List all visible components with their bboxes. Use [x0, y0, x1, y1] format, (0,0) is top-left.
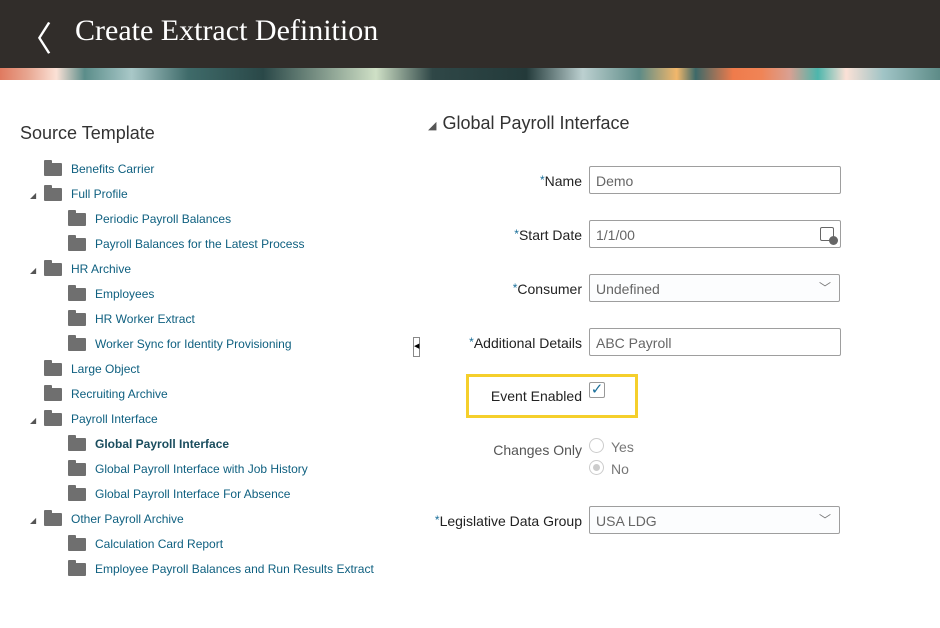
expand-triangle-icon[interactable]: ◢	[30, 266, 36, 275]
folder-icon	[68, 438, 86, 451]
back-chevron-icon[interactable]: 〈	[18, 12, 52, 61]
tree-item-label: Global Payroll Interface For Absence	[95, 487, 290, 501]
folder-icon	[44, 363, 62, 376]
decorative-banner	[0, 68, 940, 80]
tree-item[interactable]: Benefits Carrier	[44, 159, 154, 179]
folder-icon	[68, 288, 86, 301]
chevron-down-icon: ﹀	[819, 511, 831, 528]
additional-details-input[interactable]: ABC Payroll	[589, 328, 841, 356]
tree-item[interactable]: Periodic Payroll Balances	[68, 209, 231, 229]
folder-icon	[68, 238, 86, 251]
tree-item-label: Periodic Payroll Balances	[95, 212, 231, 226]
folder-icon	[44, 163, 62, 176]
expand-triangle-icon[interactable]: ◢	[30, 416, 36, 425]
expand-triangle-icon[interactable]: ◢	[30, 516, 36, 525]
folder-icon	[44, 413, 62, 426]
tree-item-label: Calculation Card Report	[95, 537, 223, 551]
yes-label: Yes	[611, 439, 634, 455]
calendar-icon[interactable]	[820, 227, 834, 241]
tree-item[interactable]: Payroll Balances for the Latest Process	[68, 234, 304, 254]
folder-icon	[44, 388, 62, 401]
tree-item-label: Global Payroll Interface	[95, 437, 229, 451]
collapse-triangle-icon: ◢	[428, 120, 436, 132]
folder-icon	[68, 313, 86, 326]
folder-icon	[68, 338, 86, 351]
consumer-select[interactable]: Undefined﹀	[589, 274, 840, 302]
folder-icon	[44, 188, 62, 201]
folder-icon	[68, 488, 86, 501]
tree-item-label: Other Payroll Archive	[71, 512, 184, 526]
tree-item[interactable]: Global Payroll Interface For Absence	[68, 484, 290, 504]
folder-icon	[68, 563, 86, 576]
tree-item-label: Payroll Balances for the Latest Process	[95, 237, 304, 251]
name-input[interactable]: Demo	[589, 166, 841, 194]
changes-only-label: Changes Only	[493, 442, 582, 458]
tree-item[interactable]: Global Payroll Interface with Job Histor…	[68, 459, 308, 479]
tree-item-label: HR Worker Extract	[95, 312, 195, 326]
tree-item[interactable]: Global Payroll Interface	[68, 434, 229, 454]
page-header: 〈 Create Extract Definition	[0, 0, 940, 68]
chevron-down-icon: ﹀	[819, 279, 831, 296]
tree-item-label: Recruiting Archive	[71, 387, 168, 401]
start-date-input[interactable]: 1/1/00	[589, 220, 841, 248]
consumer-label: *Consumer	[513, 281, 582, 297]
ldg-label: *Legislative Data Group	[435, 513, 582, 529]
ldg-select[interactable]: USA LDG﹀	[589, 506, 840, 534]
tree-item[interactable]: Payroll Interface	[44, 409, 158, 429]
tree-item-label: HR Archive	[71, 262, 131, 276]
expand-triangle-icon[interactable]: ◢	[30, 191, 36, 200]
changes-only-yes-radio[interactable]	[589, 438, 604, 453]
folder-icon	[68, 538, 86, 551]
tree-item[interactable]: Large Object	[44, 359, 140, 379]
additional-details-label: *Additional Details	[469, 335, 582, 351]
section-title: Global Payroll Interface	[442, 113, 629, 133]
tree-item[interactable]: Employee Payroll Balances and Run Result…	[68, 559, 374, 579]
event-enabled-label: Event Enabled	[491, 388, 582, 404]
event-enabled-checkbox[interactable]: ✓	[589, 382, 605, 398]
folder-icon	[44, 263, 62, 276]
folder-icon	[68, 213, 86, 226]
tree-item-label: Payroll Interface	[71, 412, 158, 426]
no-label: No	[611, 461, 629, 477]
tree-item-label: Large Object	[71, 362, 140, 376]
tree-item[interactable]: Full Profile	[44, 184, 128, 204]
tree-item-label: Global Payroll Interface with Job Histor…	[95, 462, 308, 476]
tree-item-label: Employees	[95, 287, 154, 301]
folder-icon	[68, 463, 86, 476]
tree-item[interactable]: Calculation Card Report	[68, 534, 223, 554]
page-title: Create Extract Definition	[75, 14, 378, 48]
section-header[interactable]: ◢ Global Payroll Interface	[428, 113, 630, 134]
tree-item[interactable]: HR Archive	[44, 259, 131, 279]
tree-item-label: Benefits Carrier	[71, 162, 154, 176]
folder-icon	[44, 513, 62, 526]
tree-item-label: Full Profile	[71, 187, 128, 201]
changes-only-no-radio[interactable]	[589, 460, 604, 475]
tree-item[interactable]: Employees	[68, 284, 154, 304]
tree-item-label: Worker Sync for Identity Provisioning	[95, 337, 292, 351]
name-label: *Name	[540, 173, 582, 189]
collapse-pane-handle[interactable]: ◀	[413, 337, 420, 357]
tree-item[interactable]: Worker Sync for Identity Provisioning	[68, 334, 292, 354]
tree-item[interactable]: Other Payroll Archive	[44, 509, 184, 529]
tree-item[interactable]: HR Worker Extract	[68, 309, 195, 329]
source-template-heading: Source Template	[20, 123, 155, 144]
tree-item-label: Employee Payroll Balances and Run Result…	[95, 562, 374, 576]
start-date-label: *Start Date	[514, 227, 582, 243]
tree-item[interactable]: Recruiting Archive	[44, 384, 168, 404]
